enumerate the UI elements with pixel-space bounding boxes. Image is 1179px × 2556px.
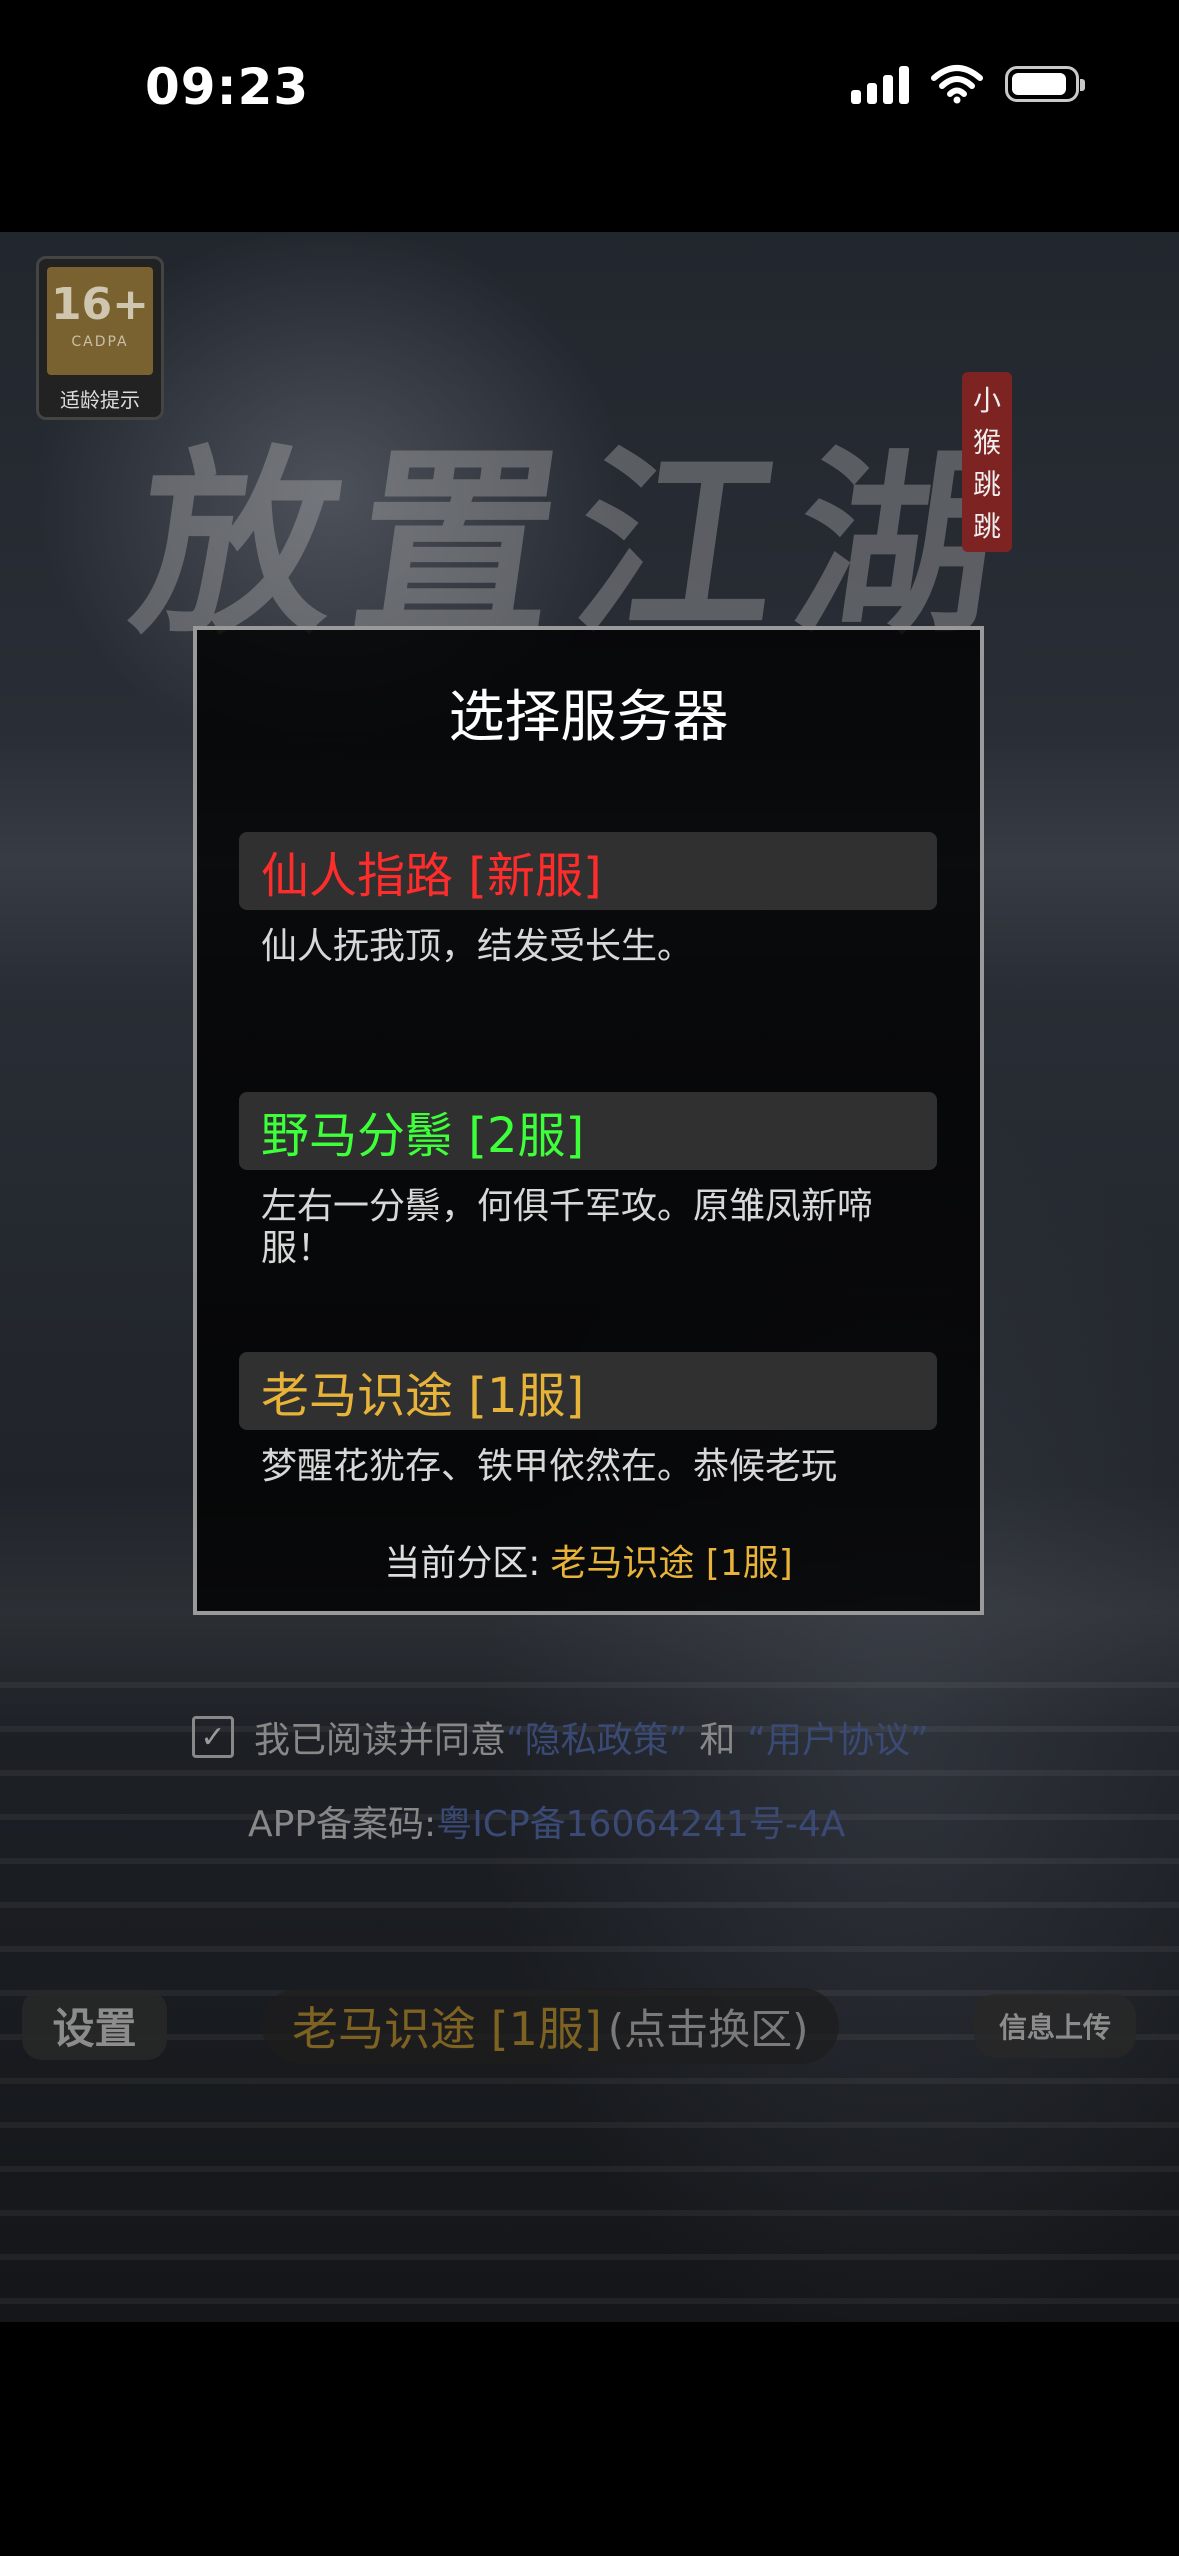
server-name: 仙人指路 [新服] <box>261 848 602 904</box>
server-description: 梦醒花犹存、铁甲依然在。恭候老玩 <box>261 1446 838 1487</box>
age-rating-org: CADPA <box>71 334 129 350</box>
server-option-bar[interactable]: 野马分鬃 [2服] <box>239 1092 937 1170</box>
server-option-2[interactable]: 野马分鬃 [2服] 左右一分鬃，何俱千军攻。原雏凤新啼服！ <box>239 1092 937 1270</box>
agreement-and: 和 <box>699 1720 736 1761</box>
agreement-row: ✓ 我已阅读并同意 “隐私政策” 和 “用户协议” <box>192 1711 929 1763</box>
agreement-text: 我已阅读并同意 <box>254 1720 507 1761</box>
age-rating-badge: 16+ CADPA 适龄提示 <box>36 256 164 420</box>
icp-code-link[interactable]: 粤ICP备16064241号-4A <box>436 1804 845 1845</box>
server-description: 左右一分鬃，何俱千军攻。原雏凤新啼服！ <box>261 1186 874 1269</box>
server-description: 仙人抚我顶，结发受长生。 <box>261 926 694 967</box>
server-name: 老马识途 [1服] <box>261 1368 585 1424</box>
dialog-title: 选择服务器 <box>448 685 729 750</box>
logo-seal: 小猴跳跳 <box>962 372 1012 552</box>
wifi-icon <box>931 65 983 104</box>
clock: 09:23 <box>145 58 310 116</box>
bottom-bar: 设置 老马识途 [1服] (点击换区) 信息上传 <box>0 1988 1179 2072</box>
server-option-1[interactable]: 老马识途 [1服] 梦醒花犹存、铁甲依然在。恭候老玩 <box>239 1352 937 1488</box>
server-option-bar[interactable]: 仙人指路 [新服] <box>239 832 937 910</box>
upload-info-button[interactable]: 信息上传 <box>974 1994 1136 2058</box>
icp-record: APP备案码:粤ICP备16064241号-4A <box>248 1795 845 1847</box>
server-option-bar[interactable]: 老马识途 [1服] <box>239 1352 937 1430</box>
user-agreement-link[interactable]: “用户协议” <box>747 1711 928 1763</box>
age-rating-number: 16+ <box>50 279 150 330</box>
selected-server-name: 老马识途 [1服] <box>292 2002 602 2056</box>
server-option-new[interactable]: 仙人指路 [新服] 仙人抚我顶，结发受长生。 <box>239 832 937 968</box>
server-select-dialog: 选择服务器 仙人指路 [新服] 仙人抚我顶，结发受长生。 野马分鬃 [2服] 左… <box>193 626 984 1615</box>
agreement-checkbox[interactable]: ✓ <box>192 1716 234 1758</box>
status-icons <box>851 64 1085 104</box>
battery-icon <box>1005 66 1085 102</box>
age-rating-tip: 适龄提示 <box>60 388 140 412</box>
current-server-value: 老马识途 [1服] <box>550 1543 793 1584</box>
cellular-signal-icon <box>851 64 909 104</box>
current-server: 当前分区: 老马识途 [1服] <box>197 1534 980 1586</box>
change-server-button[interactable]: 老马识途 [1服] (点击换区) <box>262 1988 839 2064</box>
icp-label: APP备案码: <box>248 1804 437 1845</box>
server-name: 野马分鬃 [2服] <box>261 1108 585 1164</box>
privacy-policy-link[interactable]: “隐私政策” <box>506 1711 687 1763</box>
status-bar: 09:23 <box>0 0 1179 180</box>
settings-button[interactable]: 设置 <box>22 1990 167 2060</box>
current-server-label: 当前分区: <box>384 1543 541 1584</box>
change-server-hint: (点击换区) <box>607 2004 809 2054</box>
